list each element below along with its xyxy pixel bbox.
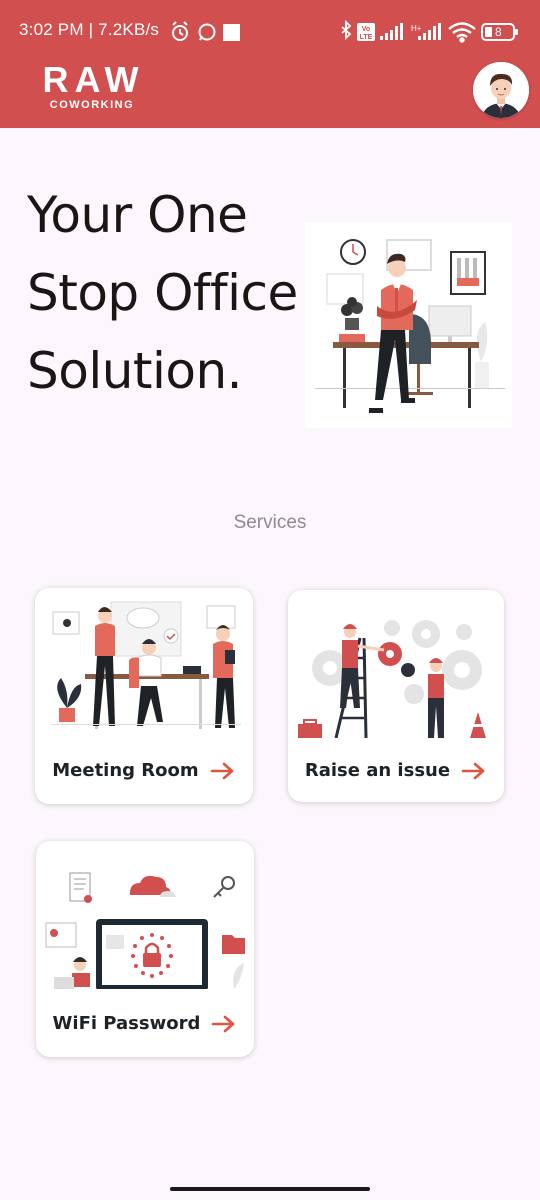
meeting-room-caption: Meeting Room [35, 760, 253, 781]
wifi-password-caption: WiFi Password [36, 1013, 254, 1034]
battery-level: 8 [495, 25, 502, 39]
raise-issue-card[interactable]: Raise an issue [288, 590, 504, 802]
arrow-right-icon [461, 762, 485, 779]
repair-illustration [298, 620, 486, 738]
meeting-room-card[interactable]: Meeting Room [35, 588, 253, 804]
signal-icon [380, 23, 403, 40]
notification-square-icon [223, 24, 240, 41]
profile-avatar[interactable] [473, 62, 529, 118]
meeting-room-illustration [51, 601, 241, 729]
volte-icon: Vo LTE [357, 23, 375, 41]
svg-text:Vo: Vo [362, 26, 370, 33]
raise-issue-label: Raise an issue [304, 760, 451, 781]
raise-issue-caption: Raise an issue [288, 760, 504, 781]
office-worker-illustration [315, 239, 505, 413]
brand-name: RAW [42, 59, 145, 100]
app-header: 3:02 PM | 7.2KB/s Vo LTE H+ 8 RAW COWORK… [0, 0, 540, 128]
svg-text:LTE: LTE [360, 34, 373, 41]
brand-subtitle: COWORKING [49, 99, 135, 111]
home-indicator[interactable] [170, 1187, 370, 1191]
arrow-right-icon [212, 1015, 235, 1032]
meeting-room-label: Meeting Room [52, 760, 199, 781]
status-icons: Vo LTE H+ [172, 19, 518, 43]
hero-illustration [305, 222, 512, 428]
wifi-password-label: WiFi Password [52, 1013, 201, 1034]
services-heading: Services [233, 512, 307, 533]
hplus-signal-icon: H+ [411, 23, 441, 40]
wifi-icon [448, 22, 476, 43]
user-avatar-icon [473, 62, 529, 118]
svg-text:H+: H+ [411, 24, 422, 33]
wifi-security-illustration [45, 872, 245, 989]
wifi-password-card[interactable]: WiFi Password [36, 841, 254, 1057]
arrow-right-icon [210, 762, 234, 779]
whatsapp-icon [198, 23, 216, 41]
hero-title: Your One Stop Office Solution. [27, 186, 298, 400]
bluetooth-icon [341, 19, 352, 41]
alarm-icon [172, 21, 188, 41]
brand-logo[interactable]: RAW COWORKING [33, 62, 151, 112]
